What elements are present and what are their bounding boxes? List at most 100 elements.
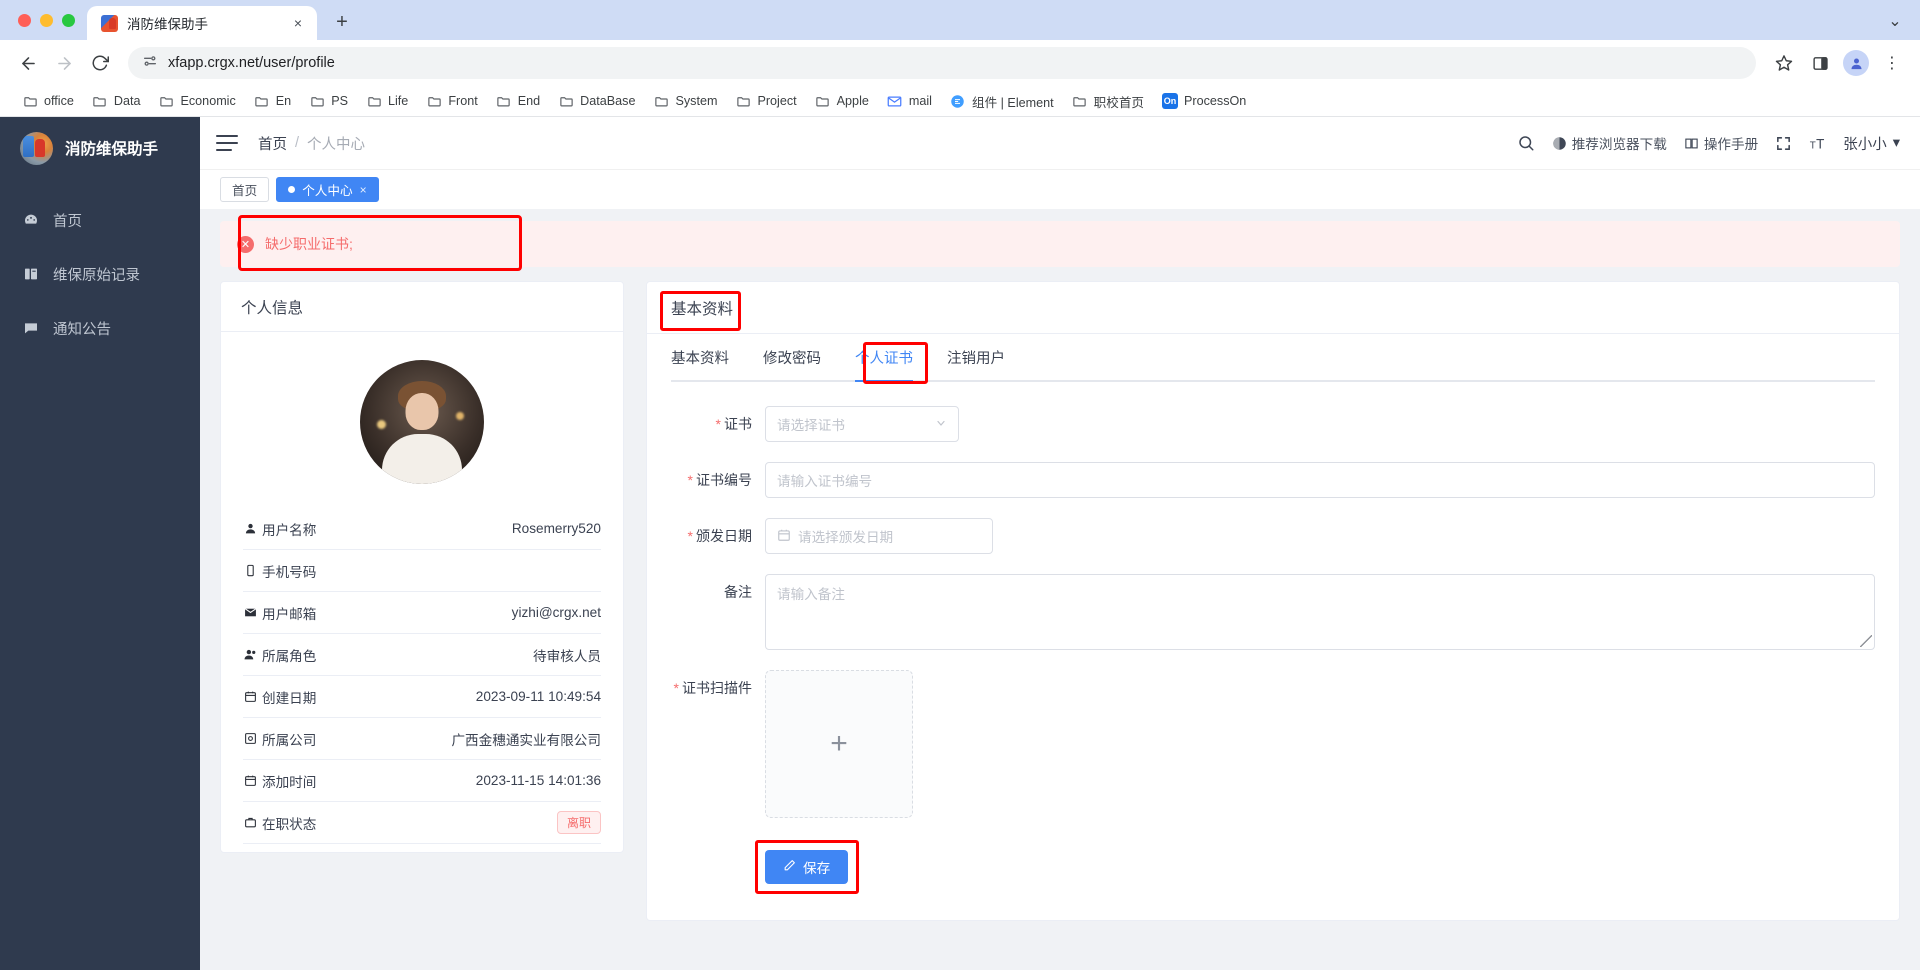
back-button[interactable]: [12, 47, 44, 79]
form-tabs-region: 基本资料 修改密码 个人证书 注销用户: [647, 334, 1899, 384]
info-row: 用户名称 Rosemerry520: [243, 508, 601, 550]
error-alert-text: 缺少职业证书;: [265, 236, 353, 252]
status-badge: 离职: [556, 811, 601, 834]
bookmark-label: Life: [388, 94, 409, 108]
processon-icon: On: [1162, 93, 1179, 109]
sidebar-collapse-icon[interactable]: [216, 135, 238, 151]
forward-button[interactable]: [48, 47, 80, 79]
bookmark-en[interactable]: En: [246, 89, 299, 113]
issue-date-picker[interactable]: 请选择颁发日期: [765, 518, 993, 554]
tab-personal-certificate[interactable]: 个人证书: [855, 334, 913, 382]
bookmarks-bar: office Data Economic En PS Life Front En…: [0, 86, 1920, 117]
info-row-value: 2023-11-15 14:01:36: [475, 773, 601, 788]
font-size-icon[interactable]: TT: [1809, 135, 1826, 152]
avatar[interactable]: [360, 360, 484, 484]
bookmark-life[interactable]: Life: [358, 89, 416, 113]
sidebar-item-maintenance-records[interactable]: 维保原始记录: [0, 247, 200, 301]
sidebar-item-label: 通知公告: [53, 321, 111, 338]
address-bar[interactable]: xfapp.crgx.net/user/profile: [128, 47, 1756, 79]
tab-basic-info[interactable]: 基本资料: [671, 334, 729, 380]
bookmark-vocational-home[interactable]: 职校首页: [1064, 88, 1152, 115]
bookmark-label: End: [517, 94, 541, 108]
required-marker: *: [673, 680, 679, 696]
browser-menu-icon[interactable]: ⋮: [1876, 47, 1908, 79]
bookmark-processon[interactable]: On ProcessOn: [1154, 89, 1254, 113]
user-menu[interactable]: 张小小 ▾: [1843, 133, 1900, 154]
info-row-value: Rosemerry520: [511, 521, 601, 536]
app-brand[interactable]: 消防维保助手: [0, 117, 200, 179]
tab-change-password[interactable]: 修改密码: [763, 334, 821, 380]
info-row: 创建日期 2023-09-11 10:49:54: [243, 676, 601, 718]
sidebar-nav: 首页 维保原始记录 通知公告: [0, 179, 200, 355]
certificate-select[interactable]: 请选择证书: [765, 406, 959, 442]
bookmark-office[interactable]: office: [14, 89, 82, 113]
topbar-actions: 推荐浏览器下载 操作手册 TT 张小小 ▾: [1517, 133, 1900, 154]
browser-toolbar: xfapp.crgx.net/user/profile ⋮: [0, 40, 1920, 86]
browser-download-link[interactable]: 推荐浏览器下载: [1552, 133, 1667, 153]
new-tab-button[interactable]: +: [327, 7, 357, 37]
cert-number-control: 请输入证书编号: [765, 462, 1875, 498]
page-content: ✕ 缺少职业证书; 个人信息 用户名称 Rosemerry520 手机号码 用户…: [200, 209, 1920, 970]
fullscreen-icon[interactable]: [1775, 135, 1792, 152]
sidebar-item-home[interactable]: 首页: [0, 193, 200, 247]
message-icon: [22, 320, 39, 337]
issue-date-placeholder: 请选择颁发日期: [798, 530, 894, 545]
save-button[interactable]: 保存: [765, 850, 849, 884]
required-marker: *: [687, 472, 693, 488]
bookmark-database[interactable]: DataBase: [550, 89, 643, 113]
page-tag-home[interactable]: 首页: [220, 177, 270, 202]
maximize-window-button[interactable]: [62, 13, 75, 27]
breadcrumb-current: 个人中心: [307, 136, 366, 153]
breadcrumb-home[interactable]: 首页: [258, 133, 287, 154]
tab-list-menu-icon[interactable]: ⌄: [1882, 8, 1908, 34]
site-settings-icon[interactable]: [142, 53, 158, 74]
bookmark-data[interactable]: Data: [84, 89, 149, 113]
cert-number-input[interactable]: 请输入证书编号: [765, 462, 1875, 498]
profile-panels: 个人信息 用户名称 Rosemerry520 手机号码 用户邮箱 yizhi@c…: [220, 281, 1900, 921]
bookmark-star-icon[interactable]: [1768, 47, 1800, 79]
scan-upload-button[interactable]: +: [765, 670, 913, 818]
bookmark-ps[interactable]: PS: [301, 89, 356, 113]
bookmark-economic[interactable]: Economic: [150, 89, 243, 113]
minimize-window-button[interactable]: [40, 13, 53, 27]
reload-button[interactable]: [84, 47, 116, 79]
phone-icon: [243, 564, 257, 578]
info-row-label: 所属公司: [243, 729, 316, 749]
address-bar-url: xfapp.crgx.net/user/profile: [168, 55, 335, 71]
manual-link[interactable]: 操作手册: [1684, 133, 1758, 153]
bookmark-label: System: [675, 94, 718, 108]
close-tab-icon[interactable]: ×: [289, 14, 307, 32]
bookmark-element[interactable]: 组件 | Element: [942, 88, 1062, 115]
folder-icon: [92, 93, 108, 109]
personal-info-body: 用户名称 Rosemerry520 手机号码 用户邮箱 yizhi@crgx.n…: [221, 332, 623, 852]
close-tag-icon[interactable]: ×: [360, 183, 367, 197]
bookmark-apple[interactable]: Apple: [807, 89, 877, 113]
info-row: 在职状态 离职: [243, 802, 601, 844]
avatar-region: [243, 354, 601, 508]
folder-icon: [366, 93, 382, 109]
certificate-label: * 证书: [715, 416, 752, 432]
bookmark-end[interactable]: End: [488, 89, 548, 113]
profile-avatar-icon[interactable]: [1840, 47, 1872, 79]
remark-textarea[interactable]: 请输入备注: [765, 574, 1875, 650]
bookmark-mail[interactable]: mail: [879, 89, 940, 113]
browser-tab[interactable]: 消防维保助手 ×: [87, 6, 317, 40]
page-tag-profile[interactable]: 个人中心 ×: [276, 177, 379, 202]
search-icon[interactable]: [1517, 134, 1535, 152]
browser-download-label: 推荐浏览器下载: [1571, 137, 1667, 152]
side-panel-icon[interactable]: [1804, 47, 1836, 79]
page-tag-label: 首页: [232, 184, 258, 198]
bookmark-system[interactable]: System: [645, 89, 725, 113]
folder-icon: [735, 93, 751, 109]
info-row-value: 2023-09-11 10:49:54: [475, 689, 601, 704]
page-tag-bar: 首页 个人中心 ×: [200, 169, 1920, 209]
info-row-value: 待审核人员: [533, 648, 601, 664]
mail-icon: [887, 93, 903, 109]
textarea-resize-handle[interactable]: [1860, 635, 1872, 647]
tab-delete-account[interactable]: 注销用户: [947, 334, 1005, 380]
close-window-button[interactable]: [18, 13, 31, 27]
bookmark-front[interactable]: Front: [418, 89, 485, 113]
sidebar-item-notices[interactable]: 通知公告: [0, 301, 200, 355]
avatar-body-shape: [382, 434, 462, 484]
bookmark-project[interactable]: Project: [727, 89, 804, 113]
